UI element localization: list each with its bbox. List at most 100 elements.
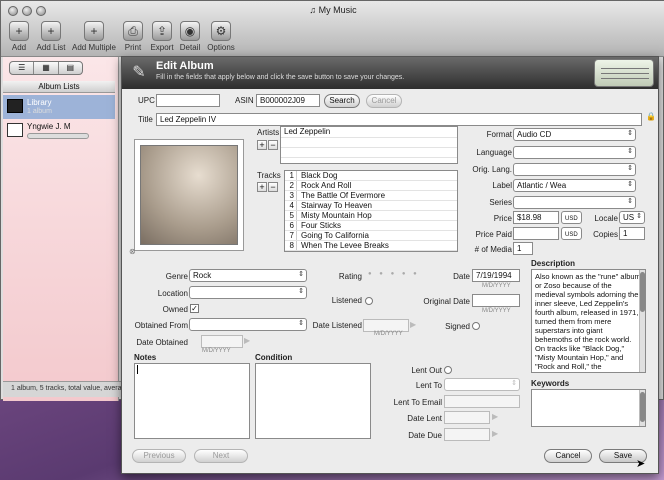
signed-label: Signed [445, 322, 470, 331]
genre-combobox[interactable]: Rock ⇕ [189, 269, 307, 282]
description-scrollbar[interactable] [639, 270, 645, 372]
lent-to-email-label: Lent To Email [393, 398, 442, 407]
date-arrow-icon[interactable]: ▶ [410, 320, 416, 329]
cover-view-icon[interactable]: ▦ [34, 62, 59, 74]
date-due-field[interactable] [444, 428, 490, 441]
toolbar-add-multiple-button[interactable]: + Add Multiple [71, 21, 117, 55]
series-combobox[interactable]: ⇕ [513, 196, 636, 209]
owned-checkbox[interactable]: ✓ [190, 304, 199, 313]
status-bar: 1 album, 5 tracks, total value, average [3, 381, 121, 397]
date-lent-field[interactable] [444, 411, 490, 424]
keywords-textarea[interactable] [531, 389, 646, 427]
lent-out-label: Lent Out [411, 366, 442, 375]
clear-cover-icon[interactable]: ⊗ [129, 247, 136, 256]
copies-field[interactable]: 1 [619, 227, 645, 240]
original-date-field[interactable] [472, 294, 520, 307]
toolbar-detail-button[interactable]: ◉ Detail [177, 21, 203, 55]
date-arrow-icon[interactable]: ▶ [492, 412, 498, 421]
lent-to-combobox[interactable]: ⇕ [444, 378, 520, 391]
search-button[interactable]: Search [324, 94, 360, 108]
cancel-search-button[interactable]: Cancel [366, 94, 402, 108]
toolbar-options-label: Options [207, 43, 235, 52]
asin-label: ASIN [235, 96, 254, 105]
cancel-button[interactable]: Cancel [544, 449, 592, 463]
toolbar-options-button[interactable]: ⚙ Options [206, 21, 236, 55]
date-obtained-field[interactable] [201, 335, 243, 348]
locale-select[interactable]: US ⇕ [619, 211, 645, 224]
format-combobox[interactable]: Audio CD ⇕ [513, 128, 636, 141]
sidebar-item-count: 1 album [27, 108, 52, 115]
toolbar-print-button[interactable]: ⎙ Print [121, 21, 145, 55]
list-view-icon[interactable]: ☰ [10, 62, 35, 74]
date-obtained-hint: M/D/YYYY [202, 348, 231, 354]
orig-lang-combobox[interactable]: ⇕ [513, 163, 636, 176]
lent-to-email-field[interactable] [444, 395, 520, 408]
date-field[interactable]: 7/19/1994 [472, 269, 520, 282]
sidebar-item-library[interactable]: Library 1 album [3, 95, 115, 119]
add-multiple-icon: + [84, 21, 104, 41]
stepper-arrows-icon: ⇕ [627, 181, 633, 188]
track-row[interactable]: 2 Rock And Roll [285, 181, 457, 191]
track-row[interactable]: 7 Going To California [285, 231, 457, 241]
series-label: Series [489, 198, 512, 207]
condition-label: Condition [255, 353, 293, 362]
date-listened-label: Date Listened [312, 321, 362, 330]
listened-toggle[interactable] [365, 297, 373, 305]
condition-textarea[interactable] [255, 363, 371, 439]
price-paid-currency-select[interactable]: USD [561, 227, 582, 240]
signed-toggle[interactable] [472, 322, 480, 330]
grid-view-icon[interactable]: ▤ [59, 62, 82, 74]
rating-stars[interactable]: ● ● ● ● ● [368, 271, 420, 277]
notes-textarea[interactable] [134, 363, 250, 439]
copies-label: Copies [593, 230, 618, 239]
remove-track-button[interactable]: − [268, 182, 278, 192]
label-combobox[interactable]: Atlantic / Wea ⇕ [513, 179, 636, 192]
toolbar-export-button[interactable]: ⇪ Export [149, 21, 175, 55]
remove-artist-button[interactable]: − [268, 140, 278, 150]
language-combobox[interactable]: ⇕ [513, 146, 636, 159]
obtained-from-combobox[interactable]: ⇕ [189, 318, 307, 331]
export-icon: ⇪ [152, 21, 172, 41]
track-row[interactable]: 6 Four Sticks [285, 221, 457, 231]
artist-row[interactable]: Led Zeppelin [281, 127, 457, 138]
artists-list[interactable]: Led Zeppelin [280, 126, 458, 164]
price-field[interactable]: $18.98 [513, 211, 559, 224]
num-media-field[interactable]: 1 [513, 242, 533, 255]
detail-icon: ◉ [180, 21, 200, 41]
track-row[interactable]: 8 When The Levee Breaks [285, 241, 457, 251]
tracks-list[interactable]: 1 Black Dog 2 Rock And Roll 3 The Battle Of… [284, 170, 458, 252]
toolbar-add-multiple-label: Add Multiple [71, 43, 117, 52]
print-icon: ⎙ [123, 21, 143, 41]
price-label: Price [493, 214, 512, 223]
mouse-cursor-icon: ➤ [636, 458, 646, 470]
previous-button[interactable]: Previous [132, 449, 186, 463]
date-arrow-icon[interactable]: ▶ [244, 336, 250, 345]
location-combobox[interactable]: ⇕ [189, 286, 307, 299]
date-arrow-icon[interactable]: ▶ [492, 429, 498, 438]
obtained-from-label: Obtained From [134, 321, 188, 330]
lent-out-toggle[interactable] [444, 366, 452, 374]
window-titlebar: ♫ My Music + Add + Add List + Add Multiple … [1, 1, 664, 57]
add-artist-button[interactable]: + [257, 140, 267, 150]
asin-field[interactable]: B000002J09 [256, 94, 320, 107]
price-currency-select[interactable]: USD [561, 211, 582, 224]
track-row[interactable]: 4 Stairway To Heaven [285, 201, 457, 211]
description-textarea[interactable]: Also known as the "rune" album or Zoso b… [531, 269, 646, 373]
album-cover-well[interactable] [134, 139, 244, 251]
original-date-label: Original Date [423, 297, 470, 306]
upc-field[interactable] [156, 94, 220, 107]
track-row[interactable]: 1 Black Dog [285, 171, 457, 181]
keywords-scrollbar[interactable] [639, 390, 645, 426]
sidebar-item-yngwie[interactable]: Yngwie J. M [3, 119, 115, 143]
track-row[interactable]: 3 The Battle Of Evermore [285, 191, 457, 201]
toolbar-add-button[interactable]: + Add [5, 21, 33, 55]
price-paid-field[interactable] [513, 227, 559, 240]
track-row[interactable]: 5 Misty Mountain Hop [285, 211, 457, 221]
title-field[interactable]: Led Zeppelin IV [156, 113, 642, 126]
original-date-hint: M/D/YYYY [482, 308, 511, 314]
next-button[interactable]: Next [194, 449, 248, 463]
stepper-arrows-icon: ⇕ [627, 148, 633, 155]
toolbar-add-list-button[interactable]: + Add List [35, 21, 67, 55]
edit-form-icon [594, 59, 654, 87]
add-track-button[interactable]: + [257, 182, 267, 192]
